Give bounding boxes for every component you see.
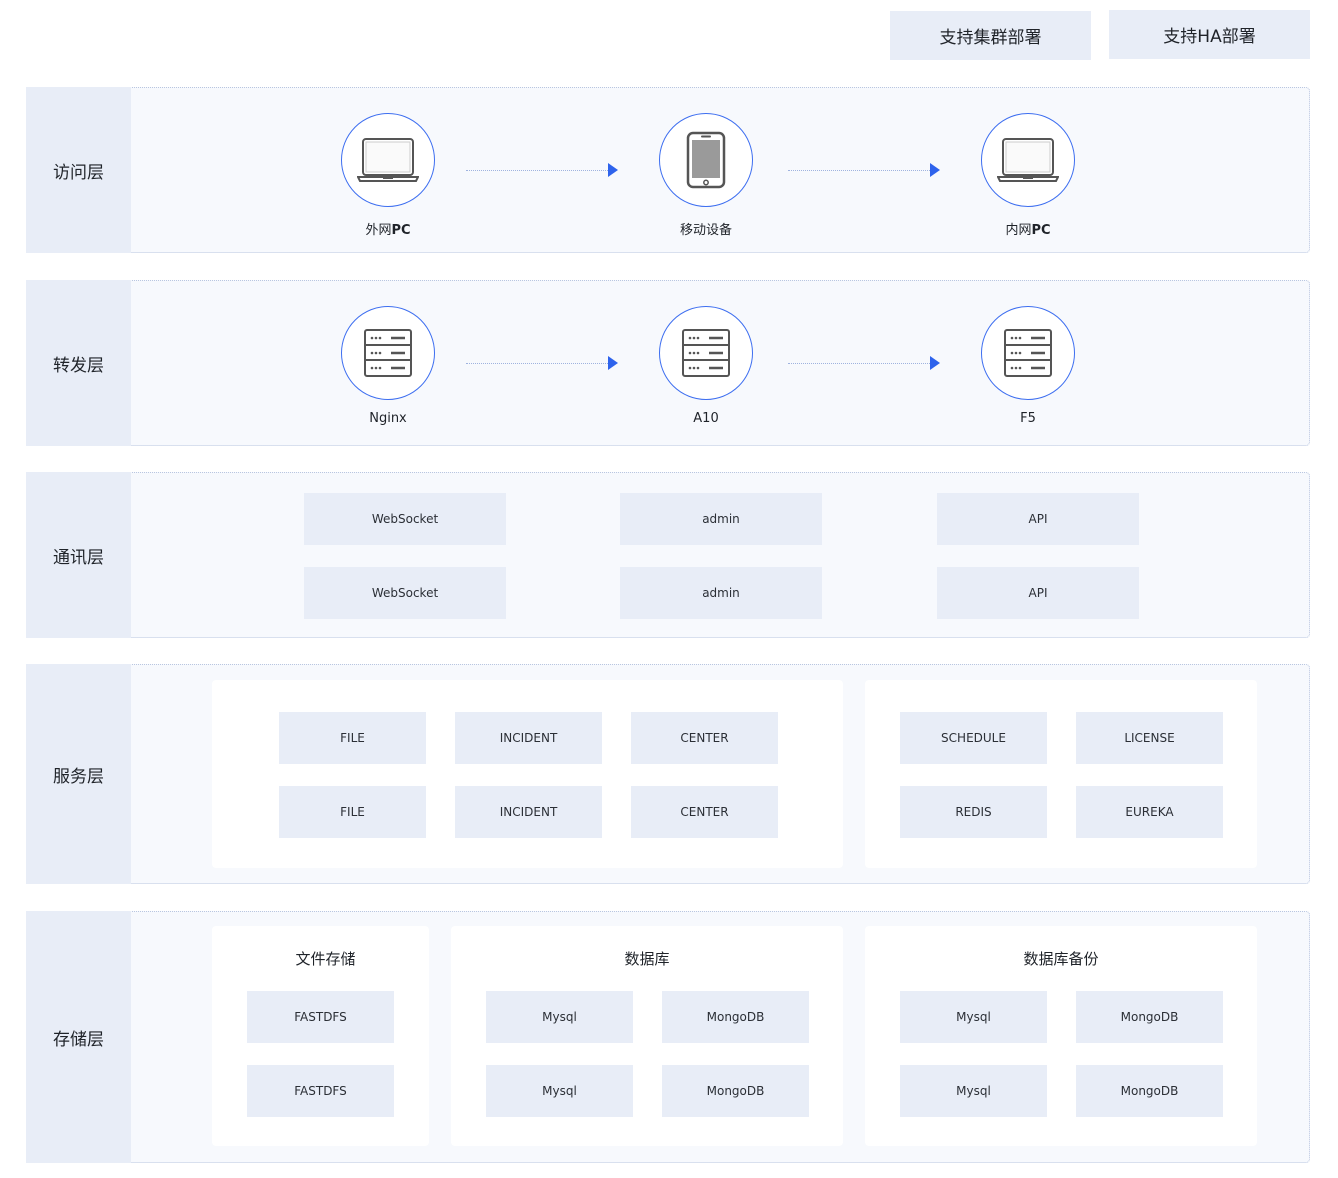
external-pc-node <box>341 113 435 207</box>
f5-node <box>981 306 1075 400</box>
arrow-right-icon <box>608 163 618 177</box>
arrow-right-icon <box>930 356 940 370</box>
flow-connector <box>788 170 930 171</box>
storage-chip-mysql: Mysql <box>486 1065 633 1117</box>
cluster-deploy-badge: 支持集群部署 <box>890 11 1091 60</box>
storage-chip-mysql: Mysql <box>486 991 633 1043</box>
service-panel-core <box>212 680 843 868</box>
service-chip-redis: REDIS <box>900 786 1047 838</box>
comm-chip-admin: admin <box>620 493 822 545</box>
comm-chip-api: API <box>937 567 1139 619</box>
service-chip-center: CENTER <box>631 712 778 764</box>
arrow-right-icon <box>608 356 618 370</box>
laptop-icon <box>357 138 419 182</box>
internal-pc-node <box>981 113 1075 207</box>
storage-chip-mongodb: MongoDB <box>662 1065 809 1117</box>
storage-chip-mongodb: MongoDB <box>1076 1065 1223 1117</box>
comm-layer-label: 通讯层 <box>26 472 131 638</box>
storage-chip-mysql: Mysql <box>900 1065 1047 1117</box>
comm-chip-websocket: WebSocket <box>304 567 506 619</box>
mobile-device-node <box>659 113 753 207</box>
service-chip-file: FILE <box>279 786 426 838</box>
service-chip-incident: INCIDENT <box>455 712 602 764</box>
storage-chip-mysql: Mysql <box>900 991 1047 1043</box>
forward-layer-label: 转发层 <box>26 280 131 446</box>
nginx-node <box>341 306 435 400</box>
internal-pc-label: 内网PC <box>1005 223 1051 238</box>
f5-label: F5 <box>1020 411 1036 426</box>
storage-panel-file-title: 文件存储 <box>295 950 356 968</box>
service-chip-schedule: SCHEDULE <box>900 712 1047 764</box>
comm-chip-admin: admin <box>620 567 822 619</box>
flow-connector <box>788 363 930 364</box>
server-icon <box>364 329 412 377</box>
service-layer-label: 服务层 <box>26 664 131 884</box>
nginx-label: Nginx <box>369 411 407 426</box>
storage-chip-fastdfs: FASTDFS <box>247 991 394 1043</box>
ha-deploy-badge: 支持HA部署 <box>1109 10 1310 59</box>
comm-chip-websocket: WebSocket <box>304 493 506 545</box>
server-icon <box>1004 329 1052 377</box>
service-chip-eureka: EUREKA <box>1076 786 1223 838</box>
service-chip-file: FILE <box>279 712 426 764</box>
comm-chip-api: API <box>937 493 1139 545</box>
mobile-device-label: 移动设备 <box>679 223 732 238</box>
external-pc-label: 外网PC <box>365 223 411 238</box>
arrow-right-icon <box>930 163 940 177</box>
access-layer-label: 访问层 <box>26 87 131 253</box>
storage-layer-label: 存储层 <box>26 911 131 1163</box>
a10-node <box>659 306 753 400</box>
storage-panel-db-title: 数据库 <box>624 950 670 968</box>
server-icon <box>682 329 730 377</box>
service-panel-infra <box>865 680 1257 868</box>
storage-chip-mongodb: MongoDB <box>1076 991 1223 1043</box>
storage-chip-fastdfs: FASTDFS <box>247 1065 394 1117</box>
service-chip-license: LICENSE <box>1076 712 1223 764</box>
flow-connector <box>466 170 608 171</box>
mobile-icon <box>686 131 726 189</box>
a10-label: A10 <box>693 411 719 426</box>
storage-chip-mongodb: MongoDB <box>662 991 809 1043</box>
service-chip-center: CENTER <box>631 786 778 838</box>
service-chip-incident: INCIDENT <box>455 786 602 838</box>
flow-connector <box>466 363 608 364</box>
storage-panel-backup-title: 数据库备份 <box>1023 950 1099 968</box>
laptop-icon <box>997 138 1059 182</box>
